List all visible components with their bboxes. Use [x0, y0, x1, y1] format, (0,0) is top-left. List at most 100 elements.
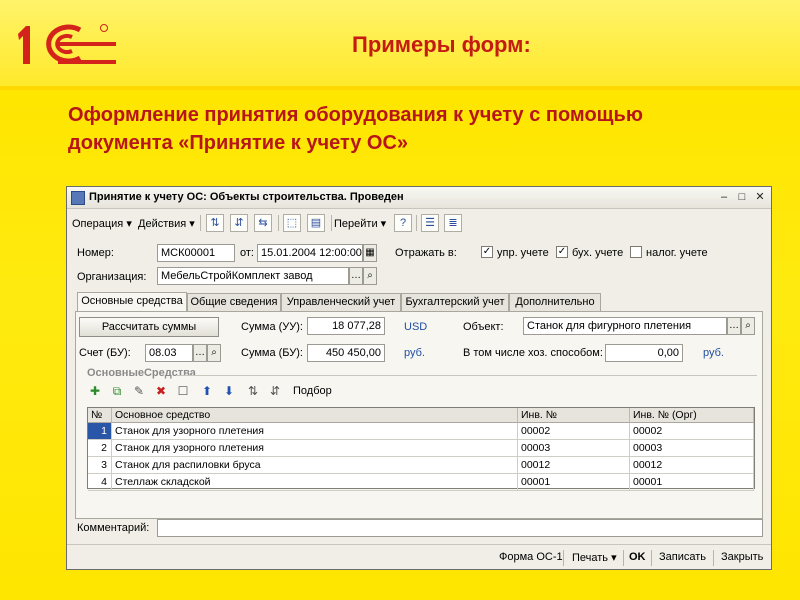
account-field[interactable]: 08.03: [145, 344, 193, 362]
toolbar-separator: [278, 215, 279, 231]
calendar-icon[interactable]: ▦: [363, 244, 377, 262]
unpost-icon[interactable]: ⇆: [254, 214, 272, 232]
end-edit-icon[interactable]: ☐: [175, 383, 191, 399]
section-title: ОсновныеСредства: [87, 367, 196, 379]
edit-row-icon[interactable]: ✎: [131, 383, 147, 399]
movements-icon[interactable]: ▤: [307, 214, 325, 232]
acct-label: бух. учете: [572, 247, 624, 259]
sum-mgmt-label: Сумма (УУ):: [241, 321, 303, 333]
structure-icon[interactable]: ⬚: [283, 214, 301, 232]
incl-label: В том числе хоз. способом:: [463, 347, 603, 359]
open-icon[interactable]: ⌕: [741, 317, 755, 335]
save-button[interactable]: Записать: [659, 551, 706, 563]
row-number: 1: [88, 423, 112, 440]
settings-icon[interactable]: ≣: [444, 214, 462, 232]
asset-name: Стеллаж складской: [112, 474, 518, 491]
currency-mgmt: USD: [404, 321, 428, 333]
tab-management[interactable]: Управленческий учет: [281, 293, 401, 311]
sort-asc-icon[interactable]: ⇅: [245, 383, 261, 399]
organization-field[interactable]: МебельСтройКомплект завод: [157, 267, 349, 285]
subtitle-line-1: Оформление принятия оборудования к учету…: [68, 104, 643, 126]
document-window: Принятие к учету ОС: Объекты строительст…: [66, 186, 772, 570]
tab-accounting[interactable]: Бухгалтерский учет: [401, 293, 509, 311]
slide-title: Примеры форм:: [352, 32, 531, 57]
tab-general[interactable]: Общие сведения: [187, 293, 281, 311]
tab-additional[interactable]: Дополнительно: [509, 293, 601, 311]
minimize-icon[interactable]: ‒: [717, 191, 731, 204]
print-button[interactable]: Печать ▾: [572, 551, 617, 564]
copy-row-icon[interactable]: ⧉: [109, 383, 125, 399]
footer-divider: [67, 544, 771, 545]
tax-label: налог. учете: [646, 247, 708, 259]
toolbar: Операция ▾ Действия ▾ ⇅ ⇵ ⇆ ⬚ ▤ Перейти …: [67, 211, 771, 235]
help-icon[interactable]: ?: [394, 214, 412, 232]
row-number: 2: [88, 440, 112, 457]
menu-goto[interactable]: Перейти ▾: [334, 217, 386, 230]
select-button[interactable]: …: [193, 344, 207, 362]
maximize-icon[interactable]: □: [735, 191, 749, 204]
acct-checkbox[interactable]: ✓: [556, 246, 568, 258]
inventory-number: 00012: [518, 457, 630, 474]
inventory-number-org: 00002: [630, 423, 754, 440]
incl-field[interactable]: 0,00: [605, 344, 683, 362]
footer-separator: [623, 550, 624, 566]
post-icon[interactable]: ⇵: [230, 214, 248, 232]
move-up-icon[interactable]: ⬆: [199, 383, 215, 399]
inventory-number-org: 00001: [630, 474, 754, 491]
column-header-inv-org[interactable]: Инв. № (Орг): [630, 408, 754, 423]
footer-separator: [713, 550, 714, 566]
fixed-assets-table: № Основное средство Инв. № Инв. № (Орг) …: [87, 407, 755, 491]
toolbar-separator: [416, 215, 417, 231]
sum-mgmt-field[interactable]: 18 077,28: [307, 317, 385, 335]
account-label: Счет (БУ):: [79, 347, 131, 359]
inventory-number: 00002: [518, 423, 630, 440]
menu-actions[interactable]: Действия ▾: [138, 217, 195, 230]
object-field[interactable]: Станок для фигурного плетения: [523, 317, 727, 335]
asset-name: Станок для узорного плетения: [112, 440, 518, 457]
close-button[interactable]: Закрыть: [721, 551, 763, 563]
section-divider: [177, 375, 757, 376]
open-icon[interactable]: ⌕: [363, 267, 377, 285]
refresh-icon[interactable]: ⇅: [206, 214, 224, 232]
tax-checkbox[interactable]: [630, 246, 642, 258]
mgmt-checkbox[interactable]: ✓: [481, 246, 493, 258]
row-number: 3: [88, 457, 112, 474]
move-down-icon[interactable]: ⬇: [221, 383, 237, 399]
inventory-number: 00001: [518, 474, 630, 491]
comment-field[interactable]: [157, 519, 763, 537]
number-field[interactable]: МСК00001: [157, 244, 235, 262]
subtitle-line-2: документа «Принятие к учету ОС»: [68, 132, 409, 154]
column-header-number[interactable]: №: [88, 408, 112, 423]
slide-subtitle: Оформление принятия оборудования к учету…: [68, 101, 788, 157]
window-title: Принятие к учету ОС: Объекты строительст…: [89, 191, 404, 203]
select-button[interactable]: …: [349, 267, 363, 285]
row-number: 4: [88, 474, 112, 491]
date-field[interactable]: 15.01.2004 12:00:00: [257, 244, 363, 262]
ok-button[interactable]: OK: [629, 551, 646, 563]
list-icon[interactable]: ☰: [421, 214, 439, 232]
column-header-inv[interactable]: Инв. №: [518, 408, 630, 423]
tab-fixed-assets[interactable]: Основные средства: [77, 292, 187, 312]
delete-row-icon[interactable]: ✖: [153, 383, 169, 399]
form-os1-button[interactable]: Форма ОС-1: [499, 551, 563, 563]
inventory-number-org: 00012: [630, 457, 754, 474]
pick-button[interactable]: Подбор: [293, 385, 332, 397]
column-header-asset[interactable]: Основное средство: [112, 408, 518, 423]
open-icon[interactable]: ⌕: [207, 344, 221, 362]
add-row-icon[interactable]: ✚: [87, 383, 103, 399]
number-label: Номер:: [77, 247, 114, 259]
toolbar-separator: [331, 215, 332, 231]
comment-label: Комментарий:: [77, 522, 150, 534]
select-button[interactable]: …: [727, 317, 741, 335]
currency-acct: руб.: [404, 347, 425, 359]
inventory-number: 00003: [518, 440, 630, 457]
organization-label: Организация:: [77, 271, 147, 283]
sum-acct-field[interactable]: 450 450,00: [307, 344, 385, 362]
inventory-number-org: 00003: [630, 440, 754, 457]
window-titlebar[interactable]: Принятие к учету ОС: Объекты строительст…: [67, 187, 771, 209]
sort-desc-icon[interactable]: ⇵: [267, 383, 283, 399]
footer-separator: [651, 550, 652, 566]
close-icon[interactable]: ✕: [753, 191, 767, 204]
calculate-sums-button[interactable]: Рассчитать суммы: [79, 317, 219, 337]
menu-operation[interactable]: Операция ▾: [72, 217, 132, 230]
